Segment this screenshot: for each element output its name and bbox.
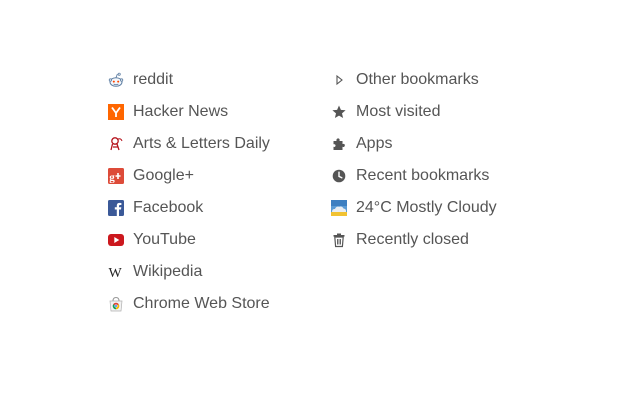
star-icon [331, 104, 347, 120]
menu-apps[interactable]: Apps [331, 128, 497, 160]
trash-icon [331, 232, 347, 248]
reddit-alien-icon [108, 72, 124, 88]
menu-label: Apps [356, 135, 393, 152]
link-label: Arts & Letters Daily [133, 135, 270, 152]
link-google-plus[interactable]: g Google+ [108, 160, 270, 192]
facebook-f-icon [108, 200, 124, 216]
menu-recent-bookmarks[interactable]: Recent bookmarks [331, 160, 497, 192]
google-plus-icon: g [108, 168, 124, 184]
hacker-news-y-icon [108, 104, 124, 120]
left-links-column: reddit Hacker News Arts & Letters Daily [108, 64, 270, 320]
link-facebook[interactable]: Facebook [108, 192, 270, 224]
right-links-column: Other bookmarks Most visited Apps Recent… [331, 64, 497, 256]
link-reddit[interactable]: reddit [108, 64, 270, 96]
link-label: Facebook [133, 199, 204, 216]
link-label: Chrome Web Store [133, 295, 270, 312]
menu-label: Recent bookmarks [356, 167, 490, 184]
new-tab-page: reddit Hacker News Arts & Letters Daily [0, 0, 640, 400]
menu-other-bookmarks[interactable]: Other bookmarks [331, 64, 497, 96]
triangle-right-icon [331, 72, 347, 88]
menu-label: Most visited [356, 103, 441, 120]
menu-label: Recently closed [356, 231, 469, 248]
link-label: reddit [133, 71, 174, 88]
wikipedia-w-icon: W [108, 264, 124, 280]
link-wikipedia[interactable]: W Wikipedia [108, 256, 270, 288]
youtube-play-icon [108, 232, 124, 248]
svg-text:g: g [109, 172, 115, 184]
weather-cloudy-icon [331, 200, 347, 216]
puzzle-piece-icon [331, 136, 347, 152]
link-label: YouTube [133, 231, 196, 248]
link-hacker-news[interactable]: Hacker News [108, 96, 270, 128]
svg-text:W: W [109, 266, 123, 280]
link-label: Google+ [133, 167, 194, 184]
arts-letters-daily-icon [108, 136, 124, 152]
clock-icon [331, 168, 347, 184]
link-youtube[interactable]: YouTube [108, 224, 270, 256]
link-label: Wikipedia [133, 263, 203, 280]
menu-most-visited[interactable]: Most visited [331, 96, 497, 128]
menu-label: Other bookmarks [356, 71, 479, 88]
link-chrome-web-store[interactable]: Chrome Web Store [108, 288, 270, 320]
menu-recently-closed[interactable]: Recently closed [331, 224, 497, 256]
menu-weather[interactable]: 24°C Mostly Cloudy [331, 192, 497, 224]
menu-label: 24°C Mostly Cloudy [356, 199, 497, 216]
chrome-web-store-icon [108, 296, 124, 312]
link-label: Hacker News [133, 103, 229, 120]
link-arts-letters-daily[interactable]: Arts & Letters Daily [108, 128, 270, 160]
